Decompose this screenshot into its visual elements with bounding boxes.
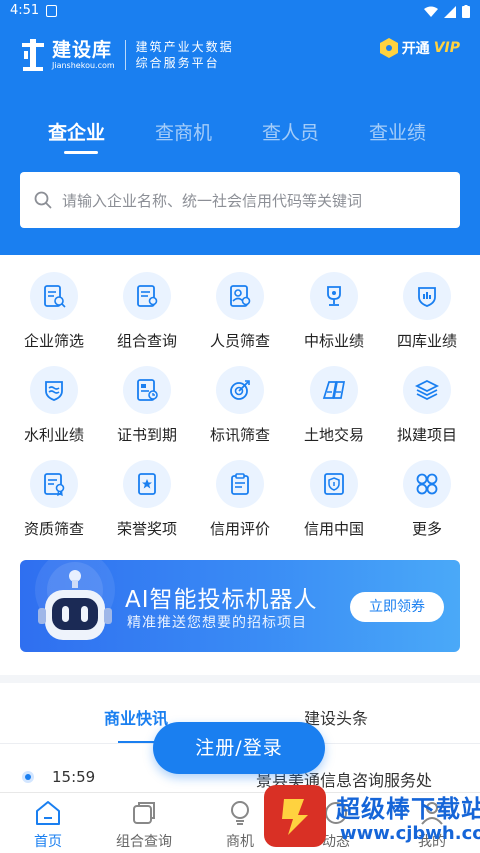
feature-qualification[interactable]: 资质筛查 [7, 460, 101, 539]
news-time: 15:59 [52, 768, 96, 786]
feature-credit-china[interactable]: 信用中国 [287, 460, 381, 539]
feature-label: 组合查询 [116, 332, 177, 350]
feature-label: 信用中国 [303, 520, 364, 538]
target-icon [230, 380, 250, 400]
feature-label: 土地交易 [303, 426, 364, 444]
chart-badge-icon [418, 287, 436, 307]
feature-label: 人员筛查 [209, 332, 270, 350]
personnel-search-icon [230, 285, 251, 307]
tab-personnel[interactable]: 查人员 [262, 118, 319, 145]
battery-icon [462, 5, 470, 18]
land-icon [322, 381, 346, 399]
banner-title: AI智能投标机器人 [125, 587, 318, 613]
search-placeholder: 请输入企业名称、统一社会信用代码等关键词 [62, 191, 363, 210]
feature-land-trade[interactable]: 土地交易 [287, 366, 381, 445]
nav-label: 组合查询 [116, 834, 172, 850]
feature-label: 中标业绩 [303, 332, 364, 350]
honor-icon [138, 473, 156, 495]
brand-name: 建设库 [52, 39, 113, 61]
tab-construction-headlines[interactable]: 建设头条 [304, 705, 368, 729]
layers-icon [414, 379, 440, 401]
signal-icon [444, 5, 456, 18]
feature-planned-projects[interactable]: 拟建项目 [380, 366, 474, 445]
nav-combined-query[interactable]: 组合查询 [96, 799, 192, 851]
feature-label: 标讯筛查 [209, 426, 270, 444]
tab-companies[interactable]: 查企业 [48, 118, 105, 145]
open-vip-button[interactable]: 开通 VIP [379, 38, 460, 58]
nav-label: 首页 [34, 834, 62, 850]
tab-opportunities[interactable]: 查商机 [155, 118, 212, 145]
company-filter-icon [44, 285, 66, 308]
status-bar: 4:51 [0, 0, 480, 24]
feature-water-projects[interactable]: 水利业绩 [7, 366, 101, 445]
watermark-url: www.cjbwh.com [340, 823, 480, 844]
stack-icon [133, 802, 155, 824]
shield-doc-icon [324, 473, 344, 495]
crane-logo-icon [22, 39, 44, 71]
claim-coupon-button[interactable]: 立即领券 [350, 592, 444, 622]
watermark-site-name: 超级棒下载站 [336, 795, 480, 823]
trophy-icon [327, 286, 341, 306]
vip-hexagon-icon [379, 38, 398, 58]
register-login-button[interactable]: 注册/登录 [153, 722, 325, 774]
feature-credit-rating[interactable]: 信用评价 [193, 460, 287, 539]
feature-label: 企业筛选 [23, 332, 84, 350]
feature-winning-bids[interactable]: 中标业绩 [287, 272, 381, 351]
vip-word: VIP [433, 40, 460, 56]
timeline-dot [22, 771, 34, 783]
brand-slogan: 建筑产业大数据 综合服务平台 [136, 39, 234, 71]
certificate-icon [137, 379, 158, 401]
more-grid-icon [416, 473, 438, 495]
nav-home[interactable]: 首页 [0, 799, 96, 851]
notification-icon [46, 5, 57, 17]
feature-honors[interactable]: 荣誉奖项 [100, 460, 194, 539]
feature-label: 四库业绩 [396, 332, 457, 350]
slogan-line-2: 综合服务平台 [135, 56, 220, 70]
wifi-icon [424, 6, 438, 17]
feature-more[interactable]: 更多 [380, 460, 474, 539]
feature-combined-query[interactable]: 组合查询 [100, 272, 194, 351]
home-icon [36, 801, 60, 825]
combined-query-icon [137, 285, 158, 307]
status-time: 4:51 [10, 3, 40, 18]
watermark: 超级棒下载站 www.cjbwh.com [264, 783, 480, 853]
search-input[interactable]: 请输入企业名称、统一社会信用代码等关键词 [20, 172, 460, 228]
brand-domain: Jianshekou.com [52, 61, 115, 70]
feature-personnel-search[interactable]: 人员筛查 [193, 272, 287, 351]
active-tab-indicator [64, 151, 98, 154]
system-icons [424, 5, 470, 18]
feature-company-filter[interactable]: 企业筛选 [7, 272, 101, 351]
feature-label: 拟建项目 [396, 426, 457, 444]
feature-label: 信用评价 [209, 520, 270, 538]
feature-label: 水利业绩 [23, 426, 84, 444]
qualification-icon [44, 473, 65, 497]
robot-icon [35, 560, 115, 640]
slogan-line-1: 建筑产业大数据 [135, 40, 234, 54]
feature-label: 荣誉奖项 [116, 520, 177, 538]
brand-divider [124, 40, 126, 70]
clipboard-icon [231, 473, 249, 495]
feature-cert-expiry[interactable]: 证书到期 [100, 366, 194, 445]
search-icon [34, 191, 52, 209]
feature-label: 更多 [411, 520, 442, 538]
watermark-logo [264, 785, 326, 847]
feature-label: 证书到期 [116, 426, 177, 444]
ai-bid-robot-banner[interactable]: AI智能投标机器人 精准推送您想要的招标项目 立即领券 [20, 560, 460, 652]
banner-subtitle: 精准推送您想要的招标项目 [127, 615, 307, 631]
watermark-download-icon [282, 799, 308, 835]
tab-performance[interactable]: 查业绩 [369, 118, 426, 145]
water-badge-icon [45, 381, 63, 401]
feature-tender-search[interactable]: 标讯筛查 [193, 366, 287, 445]
brand-logo: 建设库 Jianshekou.com 建筑产业大数据 综合服务平台 [18, 34, 234, 76]
feature-four-library[interactable]: 四库业绩 [380, 272, 474, 351]
tab-business-news[interactable]: 商业快讯 [104, 705, 168, 729]
vip-prefix: 开通 [401, 41, 430, 57]
feature-label: 资质筛查 [23, 520, 84, 538]
bulb-icon [231, 801, 249, 825]
